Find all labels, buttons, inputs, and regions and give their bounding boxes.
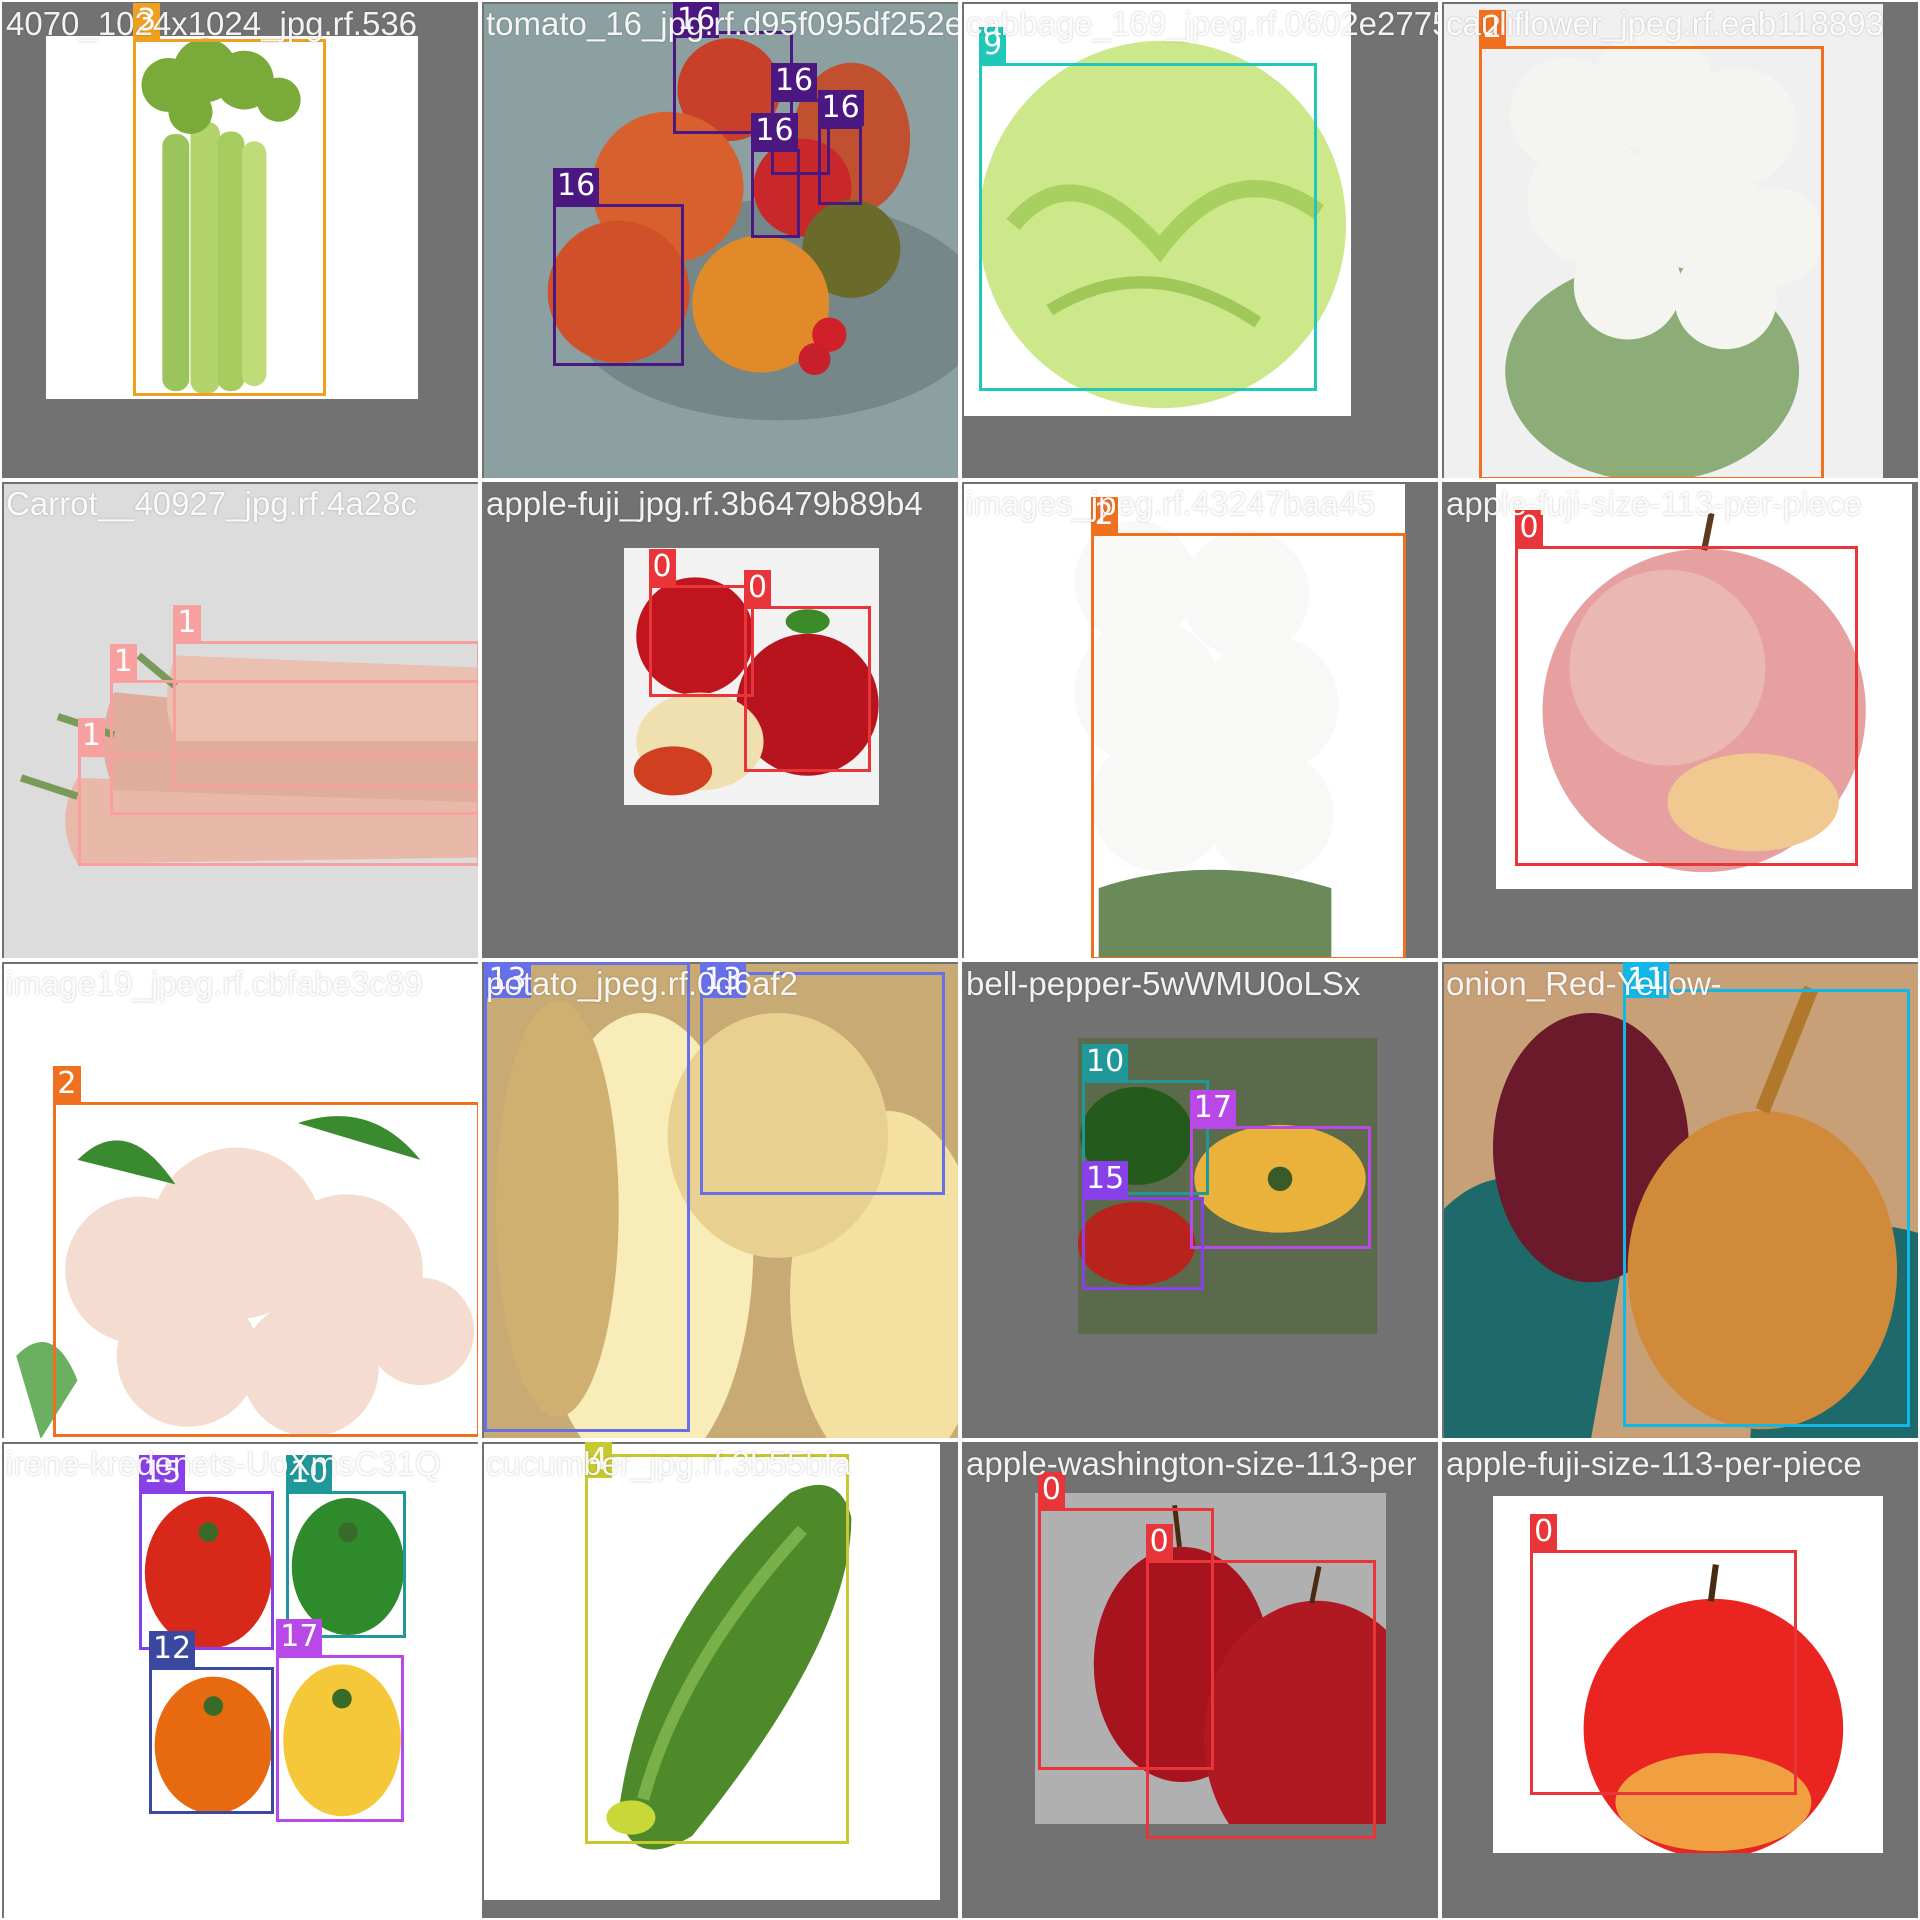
bounding-box: [817, 125, 862, 206]
class-label: 11: [1623, 962, 1670, 998]
bounding-box: [1515, 545, 1859, 867]
mosaic-tile[interactable]: 15 10 12 17 irene-kredenets-UoXmsC31Q: [0, 1440, 480, 1920]
class-label: 4: [584, 1442, 612, 1478]
class-label: 1: [109, 644, 137, 681]
class-label: 10: [286, 1454, 333, 1491]
class-label: 0: [1515, 509, 1543, 546]
bounding-box: [139, 1490, 274, 1651]
class-label: 2: [53, 1065, 81, 1102]
bounding-box: [744, 605, 872, 773]
tile-filename: apple-fuji-size-113-per-piece: [1446, 1445, 1862, 1482]
class-label: 12: [148, 1631, 196, 1668]
class-label: 9: [979, 27, 1007, 64]
mosaic-tile[interactable]: 4 cucumber_jpg.rf.3b55bfa: [480, 1440, 960, 1920]
class-label: 2: [1478, 10, 1506, 47]
mosaic-tile[interactable]: 11 onion_Red-Yellow-: [1440, 960, 1920, 1440]
bounding-box: [648, 584, 754, 698]
bounding-box: [699, 971, 945, 1195]
bounding-box: [584, 1454, 850, 1844]
bounding-box: [1623, 988, 1910, 1428]
class-label: 16: [673, 2, 720, 38]
bounding-box: [979, 63, 1318, 392]
class-label: 0: [648, 548, 676, 585]
class-label: 0: [1530, 1513, 1558, 1550]
bounding-box: [1082, 1197, 1205, 1291]
class-label: 10: [1082, 1043, 1129, 1080]
class-label: 15: [139, 1454, 186, 1491]
class-label: 1: [77, 717, 105, 754]
bounding-box: [1090, 533, 1407, 958]
bounding-box: [1145, 1559, 1376, 1839]
mosaic-tile[interactable]: 2 image19_jpeg.rf.cbfabe3c89: [0, 960, 480, 1440]
mosaic-tile[interactable]: 16 16 16 16 16 tomato_16_jpg.rf.d95f095df252e…: [480, 0, 960, 480]
bounding-box: [77, 753, 478, 867]
bounding-box: [751, 148, 801, 239]
mosaic-tile[interactable]: 1 1 1 Carrot__40927_jpg.rf.4a28c: [0, 480, 480, 960]
tile-filename: apple-fuji_jpg.rf.3b6479b89b4: [486, 485, 923, 522]
class-label: 2: [1090, 497, 1118, 534]
mosaic-tile[interactable]: 2 cauliflower_jpeg.rf.eab118893: [1440, 0, 1920, 480]
mosaic-tile[interactable]: 10 17 15 bell-pepper-5wWMU0oLSx: [960, 960, 1440, 1440]
mosaic-tile[interactable]: 13 13 potato_jpeg.rf.0d6af2: [480, 960, 960, 1440]
class-label: 1: [173, 605, 201, 642]
class-label: 16: [751, 112, 798, 149]
class-label: 0: [1145, 1523, 1173, 1560]
class-label: 13: [484, 962, 531, 998]
tile-filename: apple-washington-size-113-per: [966, 1445, 1417, 1482]
mosaic-tile[interactable]: 0 0 apple-washington-size-113-per: [960, 1440, 1440, 1920]
mosaic-tile[interactable]: 2 images_jpeg.rf.43247baa45: [960, 480, 1440, 960]
bounding-box: [133, 38, 327, 397]
class-label: 3: [133, 2, 161, 39]
class-label: 15: [1082, 1161, 1129, 1198]
bounding-box: [1478, 46, 1825, 478]
class-label: 0: [744, 569, 772, 606]
mosaic-tile[interactable]: 0 apple-fuji-size-113-per-piece: [1440, 1440, 1920, 1920]
bounding-box: [286, 1490, 407, 1638]
class-label: 16: [817, 89, 864, 126]
bounding-box: [276, 1655, 404, 1822]
mosaic-tile[interactable]: 9 cabbage_169_jpeg.rf.0602e2775: [960, 0, 1440, 480]
bounding-box: [553, 204, 685, 366]
class-label: 16: [770, 62, 818, 99]
bounding-box: [53, 1101, 478, 1438]
class-label: 0: [1037, 1472, 1065, 1509]
bounding-box: [148, 1667, 274, 1815]
tile-filename: bell-pepper-5wWMU0oLSx: [966, 965, 1361, 1002]
mosaic-tile[interactable]: 3 4070_1024x1024_jpg.rf.536: [0, 0, 480, 480]
mosaic-grid: 3 4070_1024x1024_jpg.rf.536 16 16 16 16 16 toma…: [0, 0, 1920, 1920]
mosaic-tile[interactable]: 0 apple-fuji-size-113-per-piece: [1440, 480, 1920, 960]
class-label: 17: [1189, 1090, 1236, 1127]
bounding-box: [1189, 1126, 1371, 1249]
mosaic-tile[interactable]: 0 0 apple-fuji_jpg.rf.3b6479b89b4: [480, 480, 960, 960]
bounding-box: [1530, 1549, 1798, 1795]
class-label: 17: [276, 1619, 323, 1656]
bounding-box: [484, 962, 691, 1433]
class-label: 13: [699, 962, 747, 998]
class-label: 16: [553, 168, 600, 205]
